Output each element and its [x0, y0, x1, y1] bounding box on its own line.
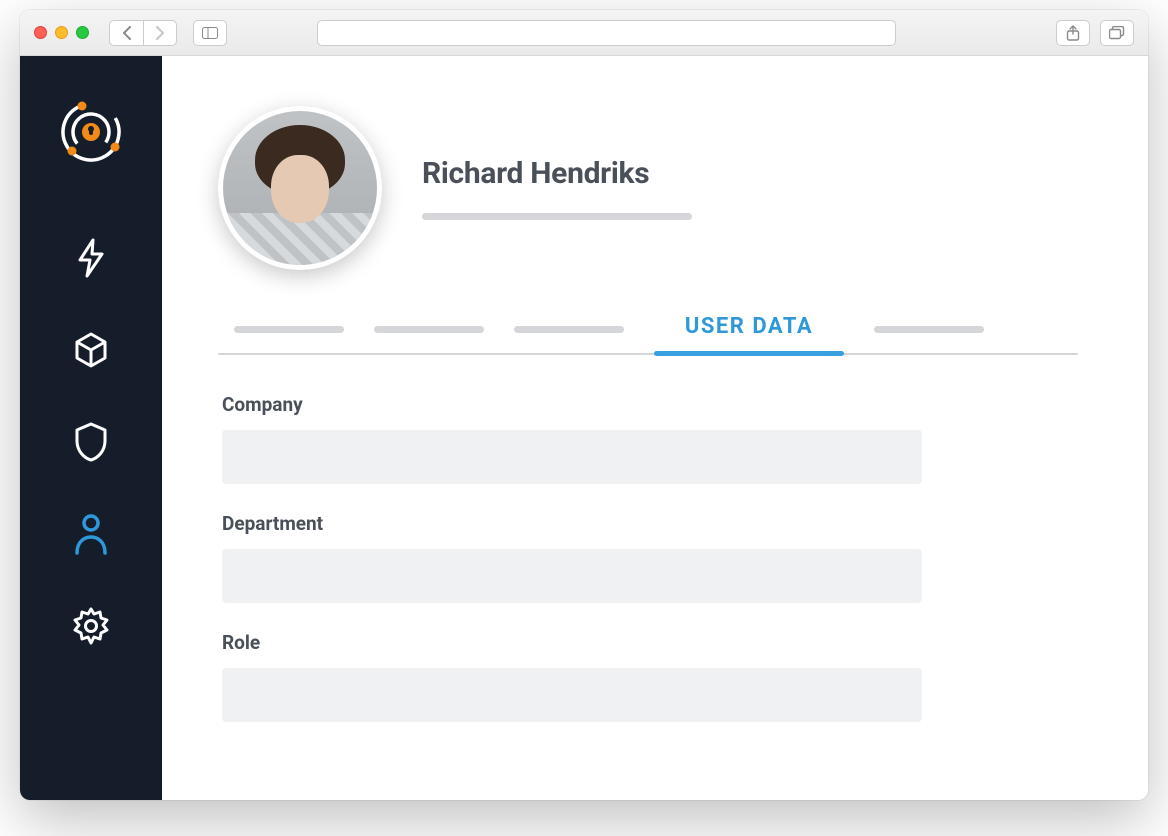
- titlebar: [20, 10, 1148, 56]
- address-bar[interactable]: [317, 20, 896, 46]
- department-label: Department: [222, 512, 1074, 535]
- role-input[interactable]: [222, 668, 922, 722]
- app-body: Richard Hendriks USER DATA: [20, 56, 1148, 800]
- sidebar-item-packages[interactable]: [69, 328, 113, 372]
- sidebar-item-activity[interactable]: [69, 236, 113, 280]
- nav-buttons: [109, 20, 177, 46]
- shield-icon: [72, 421, 110, 463]
- maximize-window-button[interactable]: [76, 26, 89, 39]
- active-tab-indicator: [654, 351, 844, 356]
- tab-placeholder-3[interactable]: [514, 326, 624, 333]
- close-window-button[interactable]: [34, 26, 47, 39]
- tabs: USER DATA: [218, 314, 1078, 355]
- user-data-form: Company Department Role: [218, 393, 1078, 722]
- profile-header: Richard Hendriks: [218, 106, 1078, 270]
- main-content: Richard Hendriks USER DATA: [162, 56, 1148, 800]
- sidebar: [20, 56, 162, 800]
- field-department: Department: [222, 512, 1074, 603]
- app-logo: [55, 96, 127, 168]
- sidebar-toggle-button[interactable]: [193, 20, 227, 46]
- browser-window: Richard Hendriks USER DATA: [20, 10, 1148, 800]
- window-controls: [34, 26, 89, 39]
- company-label: Company: [222, 393, 1074, 416]
- forward-button[interactable]: [143, 20, 177, 46]
- tabs-underline: [218, 353, 1078, 355]
- sidebar-item-users[interactable]: [69, 512, 113, 556]
- share-button[interactable]: [1056, 20, 1090, 46]
- back-button[interactable]: [109, 20, 143, 46]
- company-input[interactable]: [222, 430, 922, 484]
- gear-icon: [71, 606, 111, 646]
- tab-placeholder-1[interactable]: [234, 326, 344, 333]
- tab-placeholder-2[interactable]: [374, 326, 484, 333]
- field-company: Company: [222, 393, 1074, 484]
- tabs-button[interactable]: [1100, 20, 1134, 46]
- sidebar-item-settings[interactable]: [69, 604, 113, 648]
- profile-name: Richard Hendriks: [422, 156, 692, 191]
- profile-title-block: Richard Hendriks: [422, 156, 692, 220]
- tab-user-data[interactable]: USER DATA: [654, 314, 844, 345]
- sidebar-item-security[interactable]: [69, 420, 113, 464]
- bolt-icon: [74, 238, 108, 278]
- department-input[interactable]: [222, 549, 922, 603]
- avatar: [218, 106, 382, 270]
- tab-placeholder-5[interactable]: [874, 326, 984, 333]
- field-role: Role: [222, 631, 1074, 722]
- user-icon: [73, 513, 109, 555]
- profile-subtitle-placeholder: [422, 213, 692, 220]
- cube-icon: [71, 330, 111, 370]
- minimize-window-button[interactable]: [55, 26, 68, 39]
- role-label: Role: [222, 631, 1074, 654]
